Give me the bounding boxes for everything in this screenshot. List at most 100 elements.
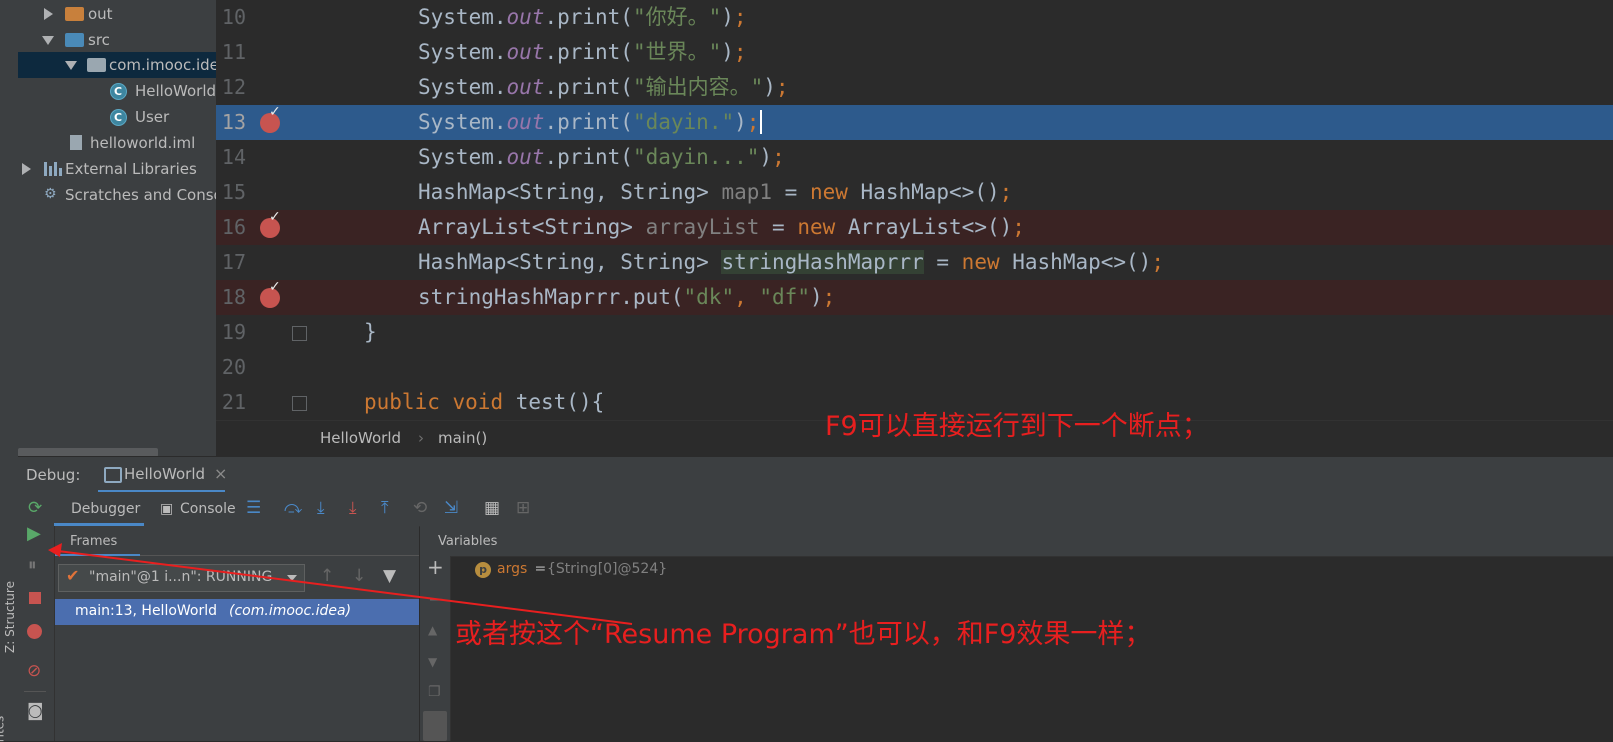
frames-title: Frames	[70, 534, 118, 549]
trace-icon[interactable]: ⊞	[516, 498, 530, 518]
structure-tool-tab[interactable]: Z: Structure	[3, 581, 17, 653]
debug-actions-bar: ▶ ⏸ ⊘ ◙	[18, 524, 55, 741]
tree-item-helloworld[interactable]: HelloWorld	[18, 78, 216, 105]
mute-breakpoints-icon[interactable]: ⊘	[27, 661, 41, 681]
expand-arrow-icon[interactable]	[44, 8, 53, 20]
close-icon[interactable]: ×	[214, 464, 227, 483]
filter-icon[interactable]: ▼	[383, 566, 396, 586]
code-line: 10 System.out.print("你好。");	[216, 0, 1613, 35]
tree-item-label: HelloWorld	[135, 82, 216, 100]
thread-check-icon: ✔	[66, 566, 80, 585]
console-icon: ▣	[160, 501, 174, 517]
move-down-icon[interactable]: ▼	[428, 652, 437, 672]
arrow-up-icon[interactable]: ↑	[320, 566, 334, 586]
debug-toolbar: ⟳ Debugger ▣ Console ☰ ⤼ ⤓ ⤓ ⤒ ⟲ ⇲ ▦ ⊞	[18, 492, 1613, 527]
step-out-icon[interactable]: ⤒	[381, 498, 389, 518]
breadcrumb-method[interactable]: main()	[438, 421, 487, 455]
line-number: 18	[221, 285, 246, 309]
code-line: 20	[216, 350, 1613, 385]
breakpoint-icon[interactable]	[260, 104, 281, 133]
libraries-icon	[44, 162, 62, 176]
line-number: 13	[221, 110, 246, 134]
tree-item-src[interactable]: src	[18, 27, 216, 53]
menu-lines-icon[interactable]: ☰	[246, 498, 261, 518]
stop-icon[interactable]	[29, 592, 41, 604]
line-number: 14	[221, 145, 246, 169]
code-line: 12 System.out.print("输出内容。");	[216, 70, 1613, 105]
frame-row[interactable]: main:13, HelloWorld (com.imooc.idea)	[55, 599, 419, 625]
tab-debugger[interactable]: Debugger	[71, 501, 140, 517]
class-icon	[110, 79, 127, 105]
frame-location: main:13, HelloWorld	[75, 603, 218, 619]
tree-item-label: External Libraries	[65, 160, 197, 178]
tree-item-label: Scratches and Consoles	[65, 186, 216, 204]
tree-item-external-libraries[interactable]: External Libraries	[18, 156, 216, 182]
breadcrumb-class[interactable]: HelloWorld	[320, 421, 401, 455]
expand-arrow-icon[interactable]	[22, 163, 31, 175]
line-number: 17	[221, 250, 246, 274]
tree-item-user[interactable]: User	[18, 104, 216, 131]
current-execution-line: 13 System.out.print("dayin.");	[216, 105, 1613, 140]
folder-icon	[65, 7, 84, 21]
annotation-f9: F9可以直接运行到下一个断点；	[825, 411, 1209, 442]
remove-watch-icon[interactable]: −	[428, 589, 445, 609]
left-tool-strip: Z: Structure rites	[0, 0, 19, 742]
run-to-cursor-icon[interactable]: ⇲	[444, 498, 458, 518]
rerun-icon[interactable]: ⟳	[28, 498, 42, 518]
breakpoint-icon[interactable]	[260, 279, 281, 308]
fold-marker-icon[interactable]	[292, 326, 307, 341]
view-breakpoints-icon[interactable]	[27, 624, 42, 639]
collapse-arrow-icon[interactable]	[42, 36, 54, 45]
frames-panel: Frames ✔ "main"@1 i...n": RUNNING ↑ ↓ ▼ …	[55, 526, 419, 741]
arrow-down-icon[interactable]: ↓	[352, 566, 366, 586]
tree-item-scratches[interactable]: ⚙ Scratches and Consoles	[18, 182, 216, 208]
pause-icon[interactable]: ⏸	[28, 555, 37, 575]
variables-title: Variables	[438, 534, 498, 549]
app-icon	[104, 467, 122, 483]
step-into-icon[interactable]: ⤓	[317, 498, 325, 518]
tab-console[interactable]: Console	[180, 501, 236, 517]
drop-frame-icon[interactable]: ⟲	[413, 498, 427, 518]
package-icon	[87, 58, 106, 72]
camera-icon[interactable]: ◙	[27, 701, 44, 721]
fold-marker-icon[interactable]	[292, 396, 307, 411]
favorites-tool-tab[interactable]: rites	[0, 716, 6, 742]
thread-selector[interactable]: ✔ "main"@1 i...n": RUNNING	[58, 564, 305, 592]
annotation-resume-program: 或者按这个“Resume Program”也可以，和F9效果一样；	[455, 619, 1152, 650]
move-up-icon[interactable]: ▲	[428, 620, 437, 640]
copy-icon[interactable]: ❐	[428, 682, 441, 702]
collapse-arrow-icon[interactable]	[65, 61, 77, 70]
tree-item-label: out	[88, 5, 113, 23]
breakpoint-icon[interactable]	[260, 209, 281, 238]
tree-item-label: src	[88, 31, 110, 49]
breadcrumb-separator-icon: ›	[418, 429, 424, 447]
chevron-down-icon[interactable]	[287, 575, 297, 581]
separator	[140, 555, 419, 556]
tree-item-iml[interactable]: helloworld.iml	[18, 130, 216, 156]
tree-item-out[interactable]: out	[18, 1, 216, 27]
variables-action-bar: + − ▲ ▼ ❐	[420, 556, 451, 741]
tree-item-package[interactable]: com.imooc.idea	[18, 52, 216, 78]
separator	[24, 691, 46, 692]
resume-program-icon[interactable]: ▶	[27, 524, 41, 544]
code-line: 14 System.out.print("dayin...");	[216, 140, 1613, 175]
evaluate-expression-icon[interactable]: ▦	[484, 498, 500, 518]
variables-header: Variables	[420, 526, 1613, 557]
add-watch-icon[interactable]: +	[427, 557, 444, 577]
thread-label: "main"@1 i...n": RUNNING	[89, 569, 273, 585]
scratches-icon: ⚙	[44, 186, 57, 202]
module-file-icon	[70, 135, 82, 150]
code-line: 17 HashMap<String, String> stringHashMap…	[216, 245, 1613, 280]
force-step-into-icon[interactable]: ⤓	[349, 498, 357, 518]
glasses-toggle-icon[interactable]	[423, 711, 447, 741]
debug-session-tab[interactable]: HelloWorld	[124, 465, 205, 483]
debug-tool-window-header: Debug: HelloWorld ×	[18, 456, 1613, 493]
tree-item-label: User	[135, 108, 170, 126]
active-tab-indicator	[55, 554, 140, 556]
code-editor[interactable]: 10 System.out.print("你好。"); 11 System.ou…	[216, 0, 1613, 420]
source-folder-icon	[65, 33, 84, 47]
frame-package: (com.imooc.idea)	[229, 603, 352, 619]
line-number: 16	[221, 215, 246, 239]
step-over-icon[interactable]: ⤼	[284, 498, 302, 518]
breakpoint-line: 18 stringHashMaprrr.put("dk", "df");	[216, 280, 1613, 315]
